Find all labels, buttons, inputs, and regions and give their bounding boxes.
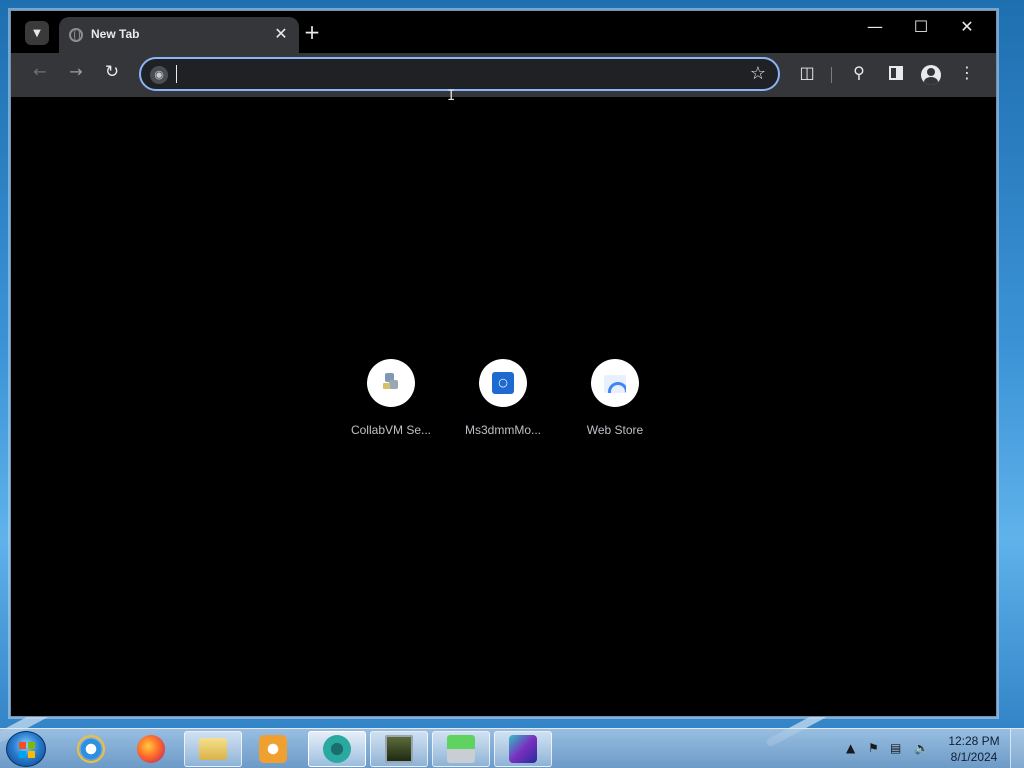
side-panel-button[interactable] [884,63,908,87]
shortcut-icon-circle [591,359,639,407]
tab-search-button[interactable]: ▼ [25,21,49,45]
taskbar-app-media-player[interactable] [244,731,302,767]
text-caret [176,65,177,83]
profile-button[interactable] [919,63,943,87]
more-vertical-icon: ⋮ [959,63,975,82]
tab-title: New Tab [91,27,140,41]
taskbar-app-task-manager[interactable] [370,731,428,767]
clock-date: 8/1/2024 [950,750,998,764]
globe-icon [69,28,83,42]
maximize-button[interactable]: ☐ [899,17,943,45]
windows-logo-icon [19,742,35,758]
plus-icon: + [303,20,321,44]
chrome-browser-icon [323,735,351,763]
close-icon: ✕ [960,17,974,36]
clock-time: 12:28 PM [948,734,1000,748]
mouse-cursor-ibeam: I [447,88,456,104]
system-tray: ▲ ⚑ ▤ 🔈 12:28 PM 8/1/2024 [840,729,1024,768]
chevron-up-icon: ▲ [846,741,856,755]
taskbar-app-internet-explorer[interactable] [62,731,120,767]
new-tab-button[interactable]: + [299,20,325,46]
minimize-button[interactable]: — [853,17,897,45]
back-button[interactable]: ← [27,62,53,88]
address-input[interactable] [175,64,735,86]
extensions-button[interactable]: ◫ [795,63,819,87]
arrow-right-icon: → [69,62,83,81]
menu-button[interactable]: ⋮ [955,63,979,87]
shortcut-tile[interactable]: ○ Ms3dmmMo... [447,359,559,437]
browser-toolbar: ← → ↻ ◉ ☆ ◫ ⚲ ⋮ [11,53,996,97]
chevron-down-icon: ▼ [33,27,41,39]
media-player-icon [259,735,287,763]
close-window-button[interactable]: ✕ [945,17,989,45]
ms3dmm-icon: ○ [492,372,514,394]
minimize-icon: — [867,17,883,36]
site-info-icon[interactable]: ◉ [150,66,168,84]
shortcut-icon-circle: ○ [479,359,527,407]
flask-icon: ⚲ [853,63,865,82]
shortcut-label: CollabVM Se... [350,423,432,437]
tab-strip: ▼ New Tab ✕ + — ☐ ✕ [11,11,996,53]
shortcut-label: Web Store [586,423,644,437]
taskbar-app-firefox[interactable] [122,731,180,767]
avatar-icon [921,65,941,85]
volume-muted-icon[interactable]: 🔈 [914,741,929,755]
tab-new-tab[interactable]: New Tab ✕ [59,17,299,53]
taskbar-clock[interactable]: 12:28 PM 8/1/2024 [940,733,1008,765]
3d-movie-maker-icon [509,735,537,763]
downloader-icon [447,735,475,763]
close-icon: ✕ [274,24,288,43]
reload-icon: ↻ [104,62,120,82]
taskbar: ▲ ⚑ ▤ 🔈 12:28 PM 8/1/2024 [0,728,1024,768]
shortcut-tile[interactable]: Web Store [559,359,671,437]
file-explorer-icon [199,738,227,760]
action-center-icon[interactable]: ⚑ [868,741,879,755]
show-desktop-button[interactable] [1010,729,1024,768]
collabvm-icon [383,373,399,391]
toolbar-divider [831,67,832,83]
show-hidden-icons-button[interactable]: ▲ [846,741,855,755]
puzzle-icon: ◫ [799,63,815,82]
firefox-icon [137,735,165,763]
shortcut-label: Ms3dmmMo... [464,423,541,437]
arrow-left-icon: ← [33,62,47,81]
close-tab-button[interactable]: ✕ [271,24,291,44]
internet-explorer-icon [77,735,105,763]
reload-button[interactable]: ↻ [99,62,125,88]
shortcut-tile[interactable]: CollabVM Se... [335,359,447,437]
labs-button[interactable]: ⚲ [847,63,871,87]
maximize-icon: ☐ [913,17,929,36]
taskbar-app-3d-movie-maker[interactable] [494,731,552,767]
browser-window: ▼ New Tab ✕ + — ☐ ✕ ← → ↻ ◉ ☆ ◫ ⚲ ⋮ Coll… [10,10,997,717]
taskbar-app-chrome[interactable] [308,731,366,767]
task-manager-icon [385,735,413,763]
web-store-icon [604,375,626,393]
bookmark-star-icon[interactable]: ☆ [750,63,766,84]
shortcut-icon-circle [367,359,415,407]
network-icon[interactable]: ▤ [890,741,901,755]
taskbar-app-downloader[interactable] [432,731,490,767]
side-panel-icon [889,66,903,80]
forward-button[interactable]: → [63,62,89,88]
address-bar[interactable]: ◉ ☆ [139,57,780,91]
new-tab-page: CollabVM Se... ○ Ms3dmmMo... Web Store [11,97,996,716]
taskbar-app-file-explorer[interactable] [184,731,242,767]
start-button[interactable] [6,731,46,767]
